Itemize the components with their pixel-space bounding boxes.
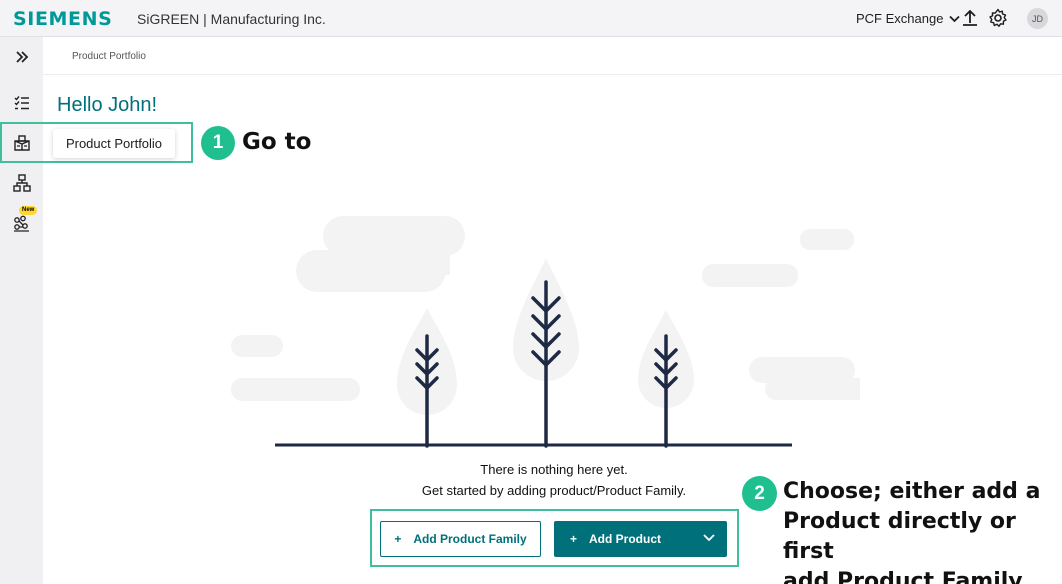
breadcrumb-product-portfolio[interactable]: Product Portfolio <box>72 51 146 62</box>
step2-number: 2 <box>742 476 777 511</box>
step1-number: 1 <box>201 126 235 160</box>
new-badge: New <box>19 206 38 215</box>
step2-text: Choose; either add a Product directly or… <box>783 477 1062 584</box>
app-title: SiGREEN | Manufacturing Inc. <box>137 11 326 27</box>
empty-state-title: There is nothing here yet. <box>480 462 628 477</box>
empty-state-illustration <box>231 216 860 448</box>
add-product-family-label: Add Product Family <box>413 532 527 546</box>
plus-icon: + <box>570 532 578 546</box>
step2-line-2: Product directly or first <box>783 509 1016 564</box>
siemens-logo: SIEMENS <box>13 8 113 30</box>
add-product-button[interactable]: + Add Product <box>554 521 727 557</box>
empty-state-subtitle: Get started by adding product/Product Fa… <box>421 483 687 498</box>
top-bar: SIEMENS SiGREEN | Manufacturing Inc. PCF… <box>0 0 1062 37</box>
pcf-exchange-menu[interactable]: PCF Exchange <box>856 11 961 26</box>
pcf-exchange-label: PCF Exchange <box>856 11 944 26</box>
step1-text: Go to <box>242 129 312 155</box>
app-window: SIEMENS SiGREEN | Manufacturing Inc. PCF… <box>0 0 1062 584</box>
step2-line-1: Choose; either add a <box>783 479 1041 504</box>
step2-line-3: add Product Family <box>783 569 1023 584</box>
chevron-down-icon[interactable] <box>703 533 715 542</box>
upload-icon[interactable] <box>960 8 980 28</box>
sidebar-tooltip: Product Portfolio <box>53 129 175 158</box>
avatar[interactable]: JD <box>1027 8 1048 29</box>
plus-icon: + <box>394 532 402 546</box>
checklist-icon[interactable] <box>10 91 34 115</box>
sidebar <box>0 37 43 584</box>
chevron-down-icon <box>949 15 961 22</box>
double-chevron-right-icon[interactable] <box>10 45 34 69</box>
gear-icon[interactable] <box>988 8 1008 28</box>
hierarchy-icon[interactable] <box>10 171 34 195</box>
page-greeting: Hello John! <box>57 94 158 116</box>
add-product-label: Add Product <box>589 532 662 546</box>
breadcrumb: Product Portfolio <box>43 37 1062 75</box>
add-product-family-button[interactable]: + Add Product Family <box>380 521 541 557</box>
